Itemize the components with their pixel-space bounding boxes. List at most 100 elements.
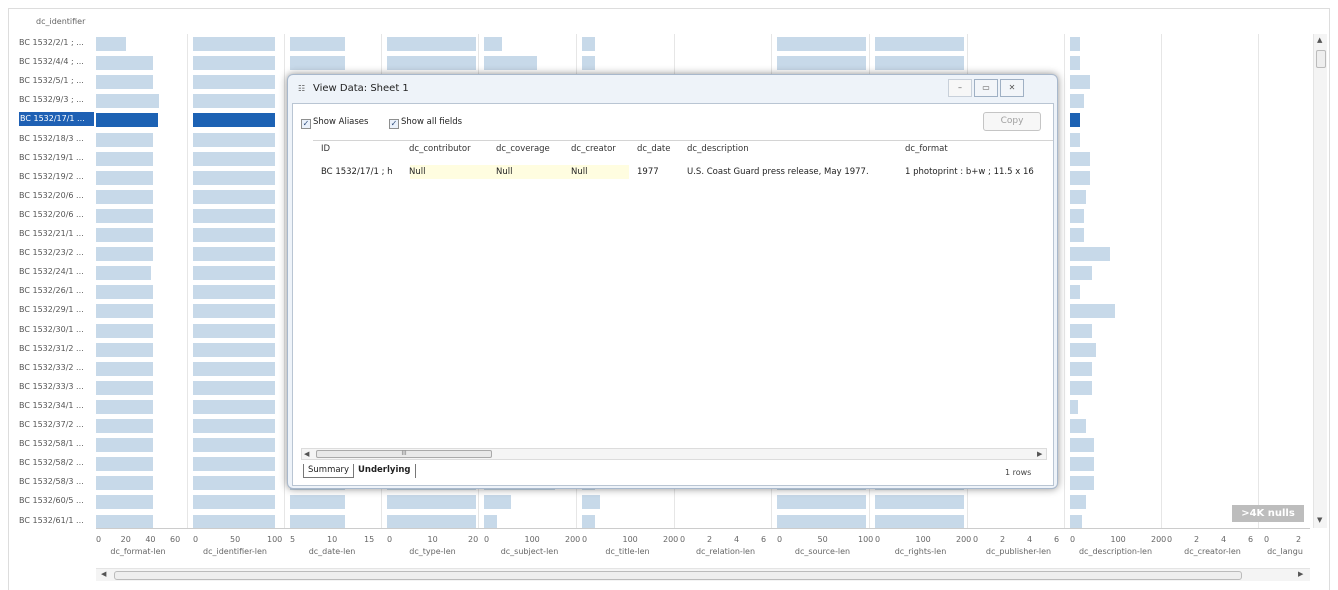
bar-dc_source-len[interactable] [777, 56, 866, 71]
row-label[interactable]: BC 1532/33/3 ... [19, 380, 94, 394]
bar-dc_identifier-len[interactable] [193, 457, 275, 472]
bar-dc_description-len[interactable] [1070, 56, 1081, 71]
maximize-icon[interactable]: ▭ [974, 79, 998, 97]
bar-dc_format-len[interactable] [96, 228, 154, 242]
bar-dc_format-len[interactable] [96, 419, 154, 433]
bar-dc_format-len[interactable] [96, 37, 127, 51]
row-label[interactable]: BC 1532/37/2 ... [19, 418, 94, 432]
bar-dc_type-len[interactable] [387, 495, 476, 510]
bar-dc_subject-len[interactable] [484, 56, 538, 71]
bar-dc_description-len[interactable] [1070, 189, 1087, 204]
bar-dc_identifier-len[interactable] [193, 438, 275, 453]
scroll-left-icon[interactable]: ◀ [304, 450, 309, 458]
nulls-indicator[interactable]: >4K nulls [1232, 505, 1304, 522]
bar-dc_date-len[interactable] [290, 56, 345, 71]
bar-dc_format-len[interactable] [96, 342, 154, 357]
bar-dc_format-len[interactable] [96, 132, 154, 147]
row-label[interactable]: BC 1532/24/1 ... [19, 265, 94, 279]
bar-dc_format-len[interactable] [96, 476, 154, 491]
bar-dc_rights-len[interactable] [875, 514, 964, 529]
bar-dc_description-len[interactable] [1070, 247, 1111, 262]
bar-dc_format-len[interactable] [96, 399, 154, 414]
row-label[interactable]: BC 1532/20/6 ... [19, 208, 94, 222]
close-icon[interactable]: ✕ [1000, 79, 1024, 97]
row-label[interactable]: BC 1532/58/2 ... [19, 456, 94, 470]
bar-dc_identifier-len[interactable] [193, 151, 275, 166]
row-label[interactable]: BC 1532/58/3 ... [19, 475, 94, 489]
bar-dc_description-len[interactable] [1070, 208, 1085, 223]
bar-dc_identifier-len[interactable] [193, 75, 275, 90]
row-label[interactable]: BC 1532/34/1 ... [19, 399, 94, 413]
copy-button[interactable]: Copy [983, 112, 1041, 131]
bar-dc_identifier-len[interactable] [193, 476, 275, 491]
bar-dc_format-len[interactable] [96, 75, 154, 90]
bar-dc_identifier-len[interactable] [193, 361, 275, 376]
horizontal-scroll-thumb[interactable] [114, 571, 1242, 580]
grid-scroll-thumb[interactable]: III [316, 450, 492, 458]
column-header[interactable]: ID [321, 144, 330, 154]
bar-dc_description-len[interactable] [1070, 37, 1081, 51]
bar-dc_identifier-len[interactable] [193, 514, 275, 529]
row-label[interactable]: BC 1532/26/1 ... [19, 284, 94, 298]
show-all-fields-checkbox[interactable]: ✓ Show all fields [389, 117, 462, 129]
bar-dc_identifier-len[interactable] [193, 208, 275, 223]
bar-dc_identifier-len[interactable] [193, 56, 275, 71]
bar-dc_description-len[interactable] [1070, 304, 1115, 319]
bar-dc_identifier-len[interactable] [193, 37, 275, 51]
tab-summary[interactable]: Summary [303, 464, 354, 478]
row-label[interactable]: BC 1532/19/2 ... [19, 170, 94, 184]
bar-dc_rights-len[interactable] [875, 37, 964, 51]
scroll-down-icon[interactable]: ▼ [1317, 516, 1322, 524]
row-label[interactable]: BC 1532/19/1 ... [19, 151, 94, 165]
bar-dc_title-len[interactable] [582, 514, 596, 529]
bar-dc_description-len[interactable] [1070, 361, 1093, 376]
bar-dc_description-len[interactable] [1070, 113, 1081, 128]
bar-dc_description-len[interactable] [1070, 476, 1095, 491]
bar-dc_identifier-len[interactable] [193, 132, 275, 147]
bar-dc_source-len[interactable] [777, 514, 866, 529]
bar-dc_identifier-len[interactable] [193, 170, 275, 185]
bar-dc_identifier-len[interactable] [193, 323, 275, 338]
bar-dc_format-len[interactable] [96, 361, 154, 376]
bar-dc_identifier-len[interactable] [193, 285, 275, 300]
bar-dc_identifier-len[interactable] [193, 228, 275, 242]
bar-dc_format-len[interactable] [96, 380, 154, 395]
bar-dc_format-len[interactable] [96, 113, 158, 128]
bar-dc_type-len[interactable] [387, 37, 476, 51]
bar-dc_description-len[interactable] [1070, 495, 1087, 510]
row-label[interactable]: BC 1532/30/1 ... [19, 323, 94, 337]
bar-dc_description-len[interactable] [1070, 94, 1085, 109]
scroll-left-icon[interactable]: ◀ [101, 570, 106, 578]
bar-dc_description-len[interactable] [1070, 75, 1091, 90]
bar-dc_format-len[interactable] [96, 94, 159, 109]
row-label[interactable]: BC 1532/31/2 ... [19, 342, 94, 356]
bar-dc_format-len[interactable] [96, 170, 154, 185]
bar-dc_identifier-len[interactable] [193, 380, 275, 395]
bar-dc_subject-len[interactable] [484, 495, 511, 510]
bar-dc_date-len[interactable] [290, 514, 345, 529]
bar-dc_format-len[interactable] [96, 56, 154, 71]
bar-dc_format-len[interactable] [96, 247, 154, 262]
column-header[interactable]: dc_contributor [409, 144, 471, 154]
bar-dc_type-len[interactable] [387, 514, 476, 529]
tab-underlying[interactable]: Underlying [353, 464, 416, 478]
bar-dc_description-len[interactable] [1070, 419, 1087, 433]
bar-dc_identifier-len[interactable] [193, 342, 275, 357]
row-label[interactable]: BC 1532/33/2 ... [19, 361, 94, 375]
row-label[interactable]: BC 1532/4/4 ; ... [19, 55, 94, 69]
bar-dc_rights-len[interactable] [875, 495, 964, 510]
bar-dc_format-len[interactable] [96, 514, 154, 529]
bar-dc_format-len[interactable] [96, 151, 154, 166]
bar-dc_format-len[interactable] [96, 495, 154, 510]
bar-dc_identifier-len[interactable] [193, 399, 275, 414]
bar-dc_description-len[interactable] [1070, 285, 1081, 300]
column-header[interactable]: dc_format [905, 144, 948, 154]
bar-dc_identifier-len[interactable] [193, 304, 275, 319]
row-label[interactable]: BC 1532/20/6 ... [19, 189, 94, 203]
row-label[interactable]: BC 1532/18/3 ... [19, 132, 94, 146]
column-header[interactable]: dc_coverage [496, 144, 550, 154]
row-label[interactable]: BC 1532/9/3 ; ... [19, 93, 94, 107]
bar-dc_description-len[interactable] [1070, 132, 1081, 147]
bar-dc_subject-len[interactable] [484, 37, 502, 51]
column-header[interactable]: dc_description [687, 144, 749, 154]
